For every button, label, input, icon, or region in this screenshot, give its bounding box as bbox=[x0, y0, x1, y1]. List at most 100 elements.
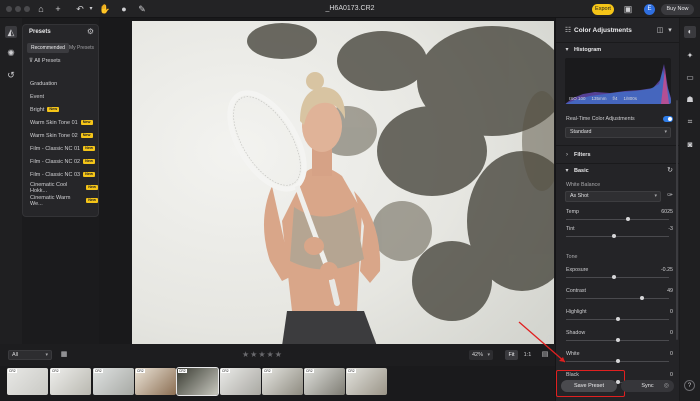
slider-value[interactable]: 0 bbox=[670, 309, 673, 315]
slider-value[interactable]: 49 bbox=[667, 288, 673, 294]
color-icon[interactable]: ◐ bbox=[684, 26, 696, 38]
avatar[interactable]: E bbox=[644, 4, 655, 15]
filmstrip-thumb[interactable]: CR2 bbox=[50, 368, 91, 395]
tab-recommended[interactable]: Recommended bbox=[27, 43, 69, 53]
chevron-down-icon[interactable]: ▾ bbox=[561, 44, 573, 56]
chevron-down-icon[interactable]: ▾ bbox=[561, 165, 573, 177]
preset-item[interactable]: Bright New bbox=[30, 103, 98, 116]
slider-value[interactable]: -0.25 bbox=[661, 267, 673, 273]
preset-item[interactable]: Event bbox=[30, 90, 98, 103]
slider-handle[interactable] bbox=[615, 317, 620, 321]
tone-label: Tone bbox=[566, 254, 578, 260]
export-button[interactable]: Export bbox=[592, 4, 614, 15]
filmstrip-thumb[interactable]: CR2 bbox=[7, 368, 48, 395]
filters-header[interactable]: Filters bbox=[574, 152, 591, 158]
realtime-mode-value: Standard bbox=[570, 129, 592, 135]
new-badge: New bbox=[83, 172, 95, 177]
slider-label: Highlight bbox=[566, 309, 587, 315]
slider-handle[interactable] bbox=[615, 359, 620, 363]
thumb-format-label: CR2 bbox=[263, 369, 272, 373]
preset-item[interactable]: Film - Classic NC 02 New bbox=[30, 155, 98, 168]
camera-icon[interactable]: ◙ bbox=[684, 139, 696, 151]
slider-value[interactable]: 0 bbox=[670, 351, 673, 357]
slider-value[interactable]: 0 bbox=[670, 372, 673, 378]
filmstrip-thumb[interactable]: CR2 bbox=[346, 368, 387, 395]
filmstrip-thumb[interactable]: CR2 bbox=[262, 368, 303, 395]
eyedropper-icon[interactable]: ✑ bbox=[664, 190, 676, 202]
white-balance-select[interactable]: As Shot ▾ bbox=[565, 191, 661, 202]
photo-canvas[interactable] bbox=[99, 18, 555, 346]
filmstrip-thumb[interactable]: CR2 bbox=[176, 367, 219, 396]
preset-item[interactable]: Warm Skin Tone 01 New bbox=[30, 116, 98, 129]
chevron-right-icon[interactable]: › bbox=[561, 149, 573, 161]
filter-select[interactable]: All ▾ bbox=[8, 350, 52, 360]
reset-icon[interactable]: ↻ bbox=[664, 165, 676, 177]
slider-track[interactable] bbox=[566, 275, 669, 279]
basic-header[interactable]: Basic bbox=[574, 168, 589, 174]
slider-handle[interactable] bbox=[612, 234, 617, 238]
panel-scrollbar[interactable] bbox=[676, 100, 678, 340]
title-bar: ⌂ + ↶ ▾ ✋ ● ✎ _H6A0173.CR2 Export ▣ E Bu… bbox=[0, 0, 700, 18]
slider-handle[interactable] bbox=[625, 217, 630, 221]
filmstrip-thumb[interactable]: CR2 bbox=[220, 368, 261, 395]
chevron-down-icon: ▾ bbox=[654, 193, 657, 199]
slider-handle[interactable] bbox=[612, 275, 617, 279]
realtime-mode-select[interactable]: Standard ▾ bbox=[565, 127, 671, 138]
slider-value[interactable]: -3 bbox=[668, 226, 673, 232]
slider-track[interactable] bbox=[566, 338, 669, 342]
presets-settings-icon[interactable]: ⚙ bbox=[87, 27, 94, 36]
slider-value[interactable]: 0 bbox=[670, 330, 673, 336]
slider-handle[interactable] bbox=[640, 296, 645, 300]
portrait-icon[interactable]: ☗ bbox=[684, 94, 696, 106]
slider-track[interactable] bbox=[566, 296, 669, 300]
photo-preview[interactable] bbox=[132, 21, 554, 346]
divider bbox=[556, 163, 679, 164]
settings-icon[interactable]: ✺ bbox=[5, 47, 17, 59]
preset-item[interactable]: Graduation bbox=[30, 77, 98, 90]
filmstrip-thumb[interactable]: CR2 bbox=[93, 368, 134, 395]
buy-now-button[interactable]: Buy Now bbox=[661, 4, 694, 15]
history-icon[interactable]: ↺ bbox=[5, 69, 17, 81]
grid-view-icon[interactable]: ▦ bbox=[58, 349, 70, 361]
preset-item[interactable]: Film - Classic NC 03 New bbox=[30, 168, 98, 181]
preset-label: Cinematic Warm We... bbox=[30, 194, 71, 207]
all-presets-filter[interactable]: ⊽ All Presets bbox=[29, 58, 61, 64]
help-icon[interactable]: ? bbox=[684, 380, 695, 391]
sync-settings-icon[interactable]: ◎ bbox=[664, 380, 669, 392]
slider-track[interactable] bbox=[566, 359, 669, 363]
panel-menu-icon[interactable]: ▾ bbox=[664, 25, 676, 37]
thumb-format-label: CR2 bbox=[305, 369, 314, 373]
zoom-select[interactable]: 42% ▾ bbox=[469, 350, 493, 360]
sync-button[interactable]: Sync ◎ bbox=[621, 380, 674, 392]
presets-icon[interactable]: ◭ bbox=[5, 26, 17, 38]
crop-icon[interactable]: ⌗ bbox=[684, 116, 696, 128]
exif-aperture: f/4 bbox=[612, 96, 618, 101]
panel-toggle-icon[interactable]: ▣ bbox=[622, 3, 634, 15]
save-preset-button[interactable]: Save Preset bbox=[561, 380, 617, 392]
filmstrip-thumb[interactable]: CR2 bbox=[135, 368, 176, 395]
slider-track[interactable] bbox=[566, 234, 669, 238]
preset-label: Bright bbox=[30, 106, 45, 113]
slider-track[interactable] bbox=[566, 217, 669, 221]
thumb-format-label: CR2 bbox=[94, 369, 103, 373]
divider bbox=[556, 145, 679, 146]
slider-value[interactable]: 6025 bbox=[661, 209, 673, 215]
histogram-header[interactable]: Histogram bbox=[574, 47, 601, 53]
magic-icon[interactable]: ✦ bbox=[684, 50, 696, 62]
realtime-toggle[interactable] bbox=[663, 116, 673, 122]
slider-track[interactable] bbox=[566, 317, 669, 321]
exif-shutter: 1/800s bbox=[623, 96, 638, 101]
tab-my-presets[interactable]: My Presets bbox=[65, 43, 98, 53]
filmstrip-thumb[interactable]: CR2 bbox=[304, 368, 345, 395]
layers-icon[interactable]: ▭ bbox=[684, 72, 696, 84]
bottom-toolbar: All ▾ ▦ ★★★★★ 42% ▾ Fit 1:1 ▤ ⓘ bbox=[0, 336, 555, 366]
slider-label: Exposure bbox=[566, 267, 589, 273]
preset-item[interactable]: Cinematic Warm We... New bbox=[30, 194, 98, 207]
preset-item[interactable]: Film - Classic NC 01 New bbox=[30, 142, 98, 155]
all-presets-label: All Presets bbox=[34, 58, 61, 64]
preset-item[interactable]: Cinematic Cool Hokk... New bbox=[30, 181, 98, 194]
rating-stars[interactable]: ★★★★★ bbox=[242, 350, 283, 359]
preset-label: Film - Classic NC 02 bbox=[30, 158, 81, 165]
preset-item[interactable]: Warm Skin Tone 02 New bbox=[30, 129, 98, 142]
slider-handle[interactable] bbox=[615, 338, 620, 342]
